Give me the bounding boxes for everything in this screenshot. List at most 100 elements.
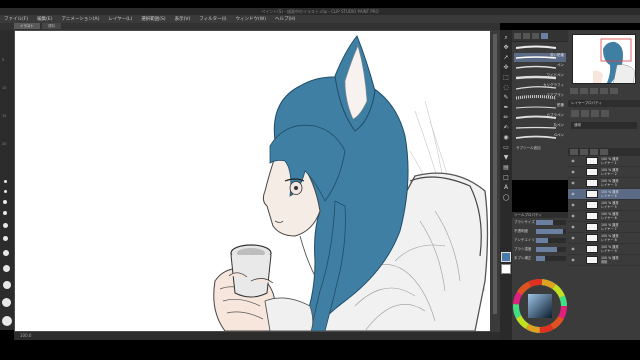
layer-row[interactable]: ◉ 100 % 通常 レイヤー 4: [568, 189, 640, 200]
effect-button[interactable]: [571, 110, 579, 117]
effect-button[interactable]: [601, 110, 609, 117]
canvas-vertical-scrollbar[interactable]: [490, 30, 500, 332]
layer-row[interactable]: ◉ 100 % 通常 レイヤー 5: [568, 200, 640, 211]
property-slider[interactable]: [536, 247, 566, 252]
eye-icon[interactable]: ◉: [570, 191, 576, 197]
brush-size-preset[interactable]: [2, 298, 11, 307]
property-slider[interactable]: [536, 220, 566, 225]
brush-size-preset[interactable]: [3, 265, 10, 272]
new-folder-icon[interactable]: [580, 149, 588, 155]
sub-color-swatch[interactable]: [501, 264, 511, 274]
zoom-icon[interactable]: ⌕: [502, 34, 510, 42]
rotate-icon[interactable]: [600, 88, 608, 94]
layer-row[interactable]: ◉ 100 % 通常 レイヤー 7: [568, 222, 640, 233]
layer-row[interactable]: ◉ 100 % 通常 レイヤー 8: [568, 233, 640, 244]
figure-icon[interactable]: □: [502, 174, 510, 182]
subtool-item[interactable]: エアブラシ: [514, 93, 566, 102]
property-row[interactable]: アンチエイリアス: [512, 236, 568, 245]
eye-icon[interactable]: ◉: [570, 246, 576, 252]
gradient-icon[interactable]: ▤: [502, 164, 510, 172]
subtool-item[interactable]: カブラペン: [514, 113, 566, 122]
effect-button[interactable]: [581, 110, 589, 117]
menu-window[interactable]: ウィンドウ(W): [236, 16, 266, 22]
brush-size-preset[interactable]: [3, 200, 7, 204]
fit-icon[interactable]: [590, 88, 598, 94]
menu-layer[interactable]: レイヤー(L): [108, 16, 132, 22]
subtool-item[interactable]: 鉛筆: [514, 103, 566, 112]
new-layer-icon[interactable]: [570, 149, 578, 155]
layer-move-icon[interactable]: ✜: [502, 64, 510, 72]
layer-row[interactable]: ◉ 100 % 通常 レイヤー 6: [568, 211, 640, 222]
layer-row[interactable]: ◉ 100 % 通常 レイヤー 9: [568, 244, 640, 255]
subtool-item[interactable]: 濃い鉛筆: [514, 53, 566, 62]
color-wheel[interactable]: [512, 272, 568, 340]
selection-icon[interactable]: ⬚: [502, 74, 510, 82]
menu-selection[interactable]: 選択範囲(S): [141, 16, 165, 22]
property-row[interactable]: 手ブレ補正: [512, 254, 568, 263]
navigator-preview[interactable]: [572, 34, 636, 84]
property-row[interactable]: ブラシサイズ: [512, 218, 568, 227]
menu-filter[interactable]: フィルター(I): [199, 16, 226, 22]
balloon-icon[interactable]: ◯: [502, 194, 510, 202]
subtool-item[interactable]: ペン: [514, 63, 566, 72]
subtool-item[interactable]: [514, 43, 566, 52]
eye-icon[interactable]: ◉: [570, 202, 576, 208]
brush-size-preset[interactable]: [3, 223, 8, 228]
fill-icon[interactable]: ▼: [502, 154, 510, 162]
brush-size-preset[interactable]: [3, 250, 9, 256]
subtool-tab[interactable]: [514, 32, 521, 39]
brush-size-preset[interactable]: [4, 190, 7, 193]
subtool-tab-active[interactable]: [541, 32, 548, 39]
brush-size-preset[interactable]: [3, 211, 7, 215]
property-row[interactable]: 不透明度: [512, 227, 568, 236]
add-subtool-button[interactable]: サブツール追加: [512, 143, 568, 154]
eye-icon[interactable]: ◉: [570, 180, 576, 186]
property-row[interactable]: ブラシ濃度: [512, 245, 568, 254]
menu-view[interactable]: 表示(V): [175, 16, 191, 22]
zoom-in-icon[interactable]: [580, 88, 588, 94]
blend-mode-select[interactable]: 通常: [571, 122, 637, 129]
eye-icon[interactable]: ◉: [570, 158, 576, 164]
brush-size-preset[interactable]: [3, 236, 8, 241]
tab-reference[interactable]: 資料: [41, 23, 61, 29]
move-icon[interactable]: ✥: [502, 44, 510, 52]
delete-layer-icon[interactable]: [590, 149, 598, 155]
eyedropper-icon[interactable]: ✎: [502, 94, 510, 102]
main-color-swatch[interactable]: [501, 252, 511, 262]
eye-icon[interactable]: ◉: [570, 235, 576, 241]
brush-size-preset[interactable]: [3, 281, 11, 289]
brush-size-preset[interactable]: [4, 180, 7, 183]
layer-row[interactable]: ◉ 100 % 通常 レイヤー 2: [568, 167, 640, 178]
airbrush-icon[interactable]: ◉: [502, 134, 510, 142]
menu-help[interactable]: ヘルプ(H): [275, 16, 295, 22]
drawing-canvas[interactable]: [15, 31, 490, 331]
eraser-icon[interactable]: ▭: [502, 144, 510, 152]
eye-icon[interactable]: ◉: [570, 224, 576, 230]
subtool-tab[interactable]: [532, 32, 539, 39]
layer-row[interactable]: ◉ 100 % 通常 レイヤー 1: [568, 156, 640, 167]
subtool-item[interactable]: カリグラフィ: [514, 83, 566, 92]
property-slider[interactable]: [536, 238, 566, 243]
property-slider[interactable]: [536, 256, 566, 261]
lock-icon[interactable]: [600, 149, 608, 155]
brush-size-preset[interactable]: [2, 316, 12, 326]
operation-icon[interactable]: ➚: [502, 54, 510, 62]
effect-button[interactable]: [591, 110, 599, 117]
subtool-item[interactable]: ワイドペン: [514, 73, 566, 82]
menu-animation[interactable]: アニメーション(A): [61, 16, 99, 22]
flip-icon[interactable]: [610, 88, 618, 94]
eye-icon[interactable]: ◉: [570, 169, 576, 175]
menu-file[interactable]: ファイル(F): [4, 16, 28, 22]
pencil-icon[interactable]: ✏: [502, 114, 510, 122]
zoom-level[interactable]: 100.0: [20, 333, 31, 338]
subtool-tab[interactable]: [523, 32, 530, 39]
subtool-item[interactable]: Gペン: [514, 133, 566, 142]
zoom-out-icon[interactable]: [570, 88, 578, 94]
scrollbar-thumb[interactable]: [493, 34, 497, 314]
pen-icon[interactable]: ✒: [502, 104, 510, 112]
lasso-icon[interactable]: ◌: [502, 84, 510, 92]
tab-illustration[interactable]: イラスト: [14, 23, 40, 29]
layer-row[interactable]: ◉ 100 % 通常 レイヤー 3: [568, 178, 640, 189]
subtool-item[interactable]: 丸ペン: [514, 123, 566, 132]
eye-icon[interactable]: ◉: [570, 257, 576, 263]
